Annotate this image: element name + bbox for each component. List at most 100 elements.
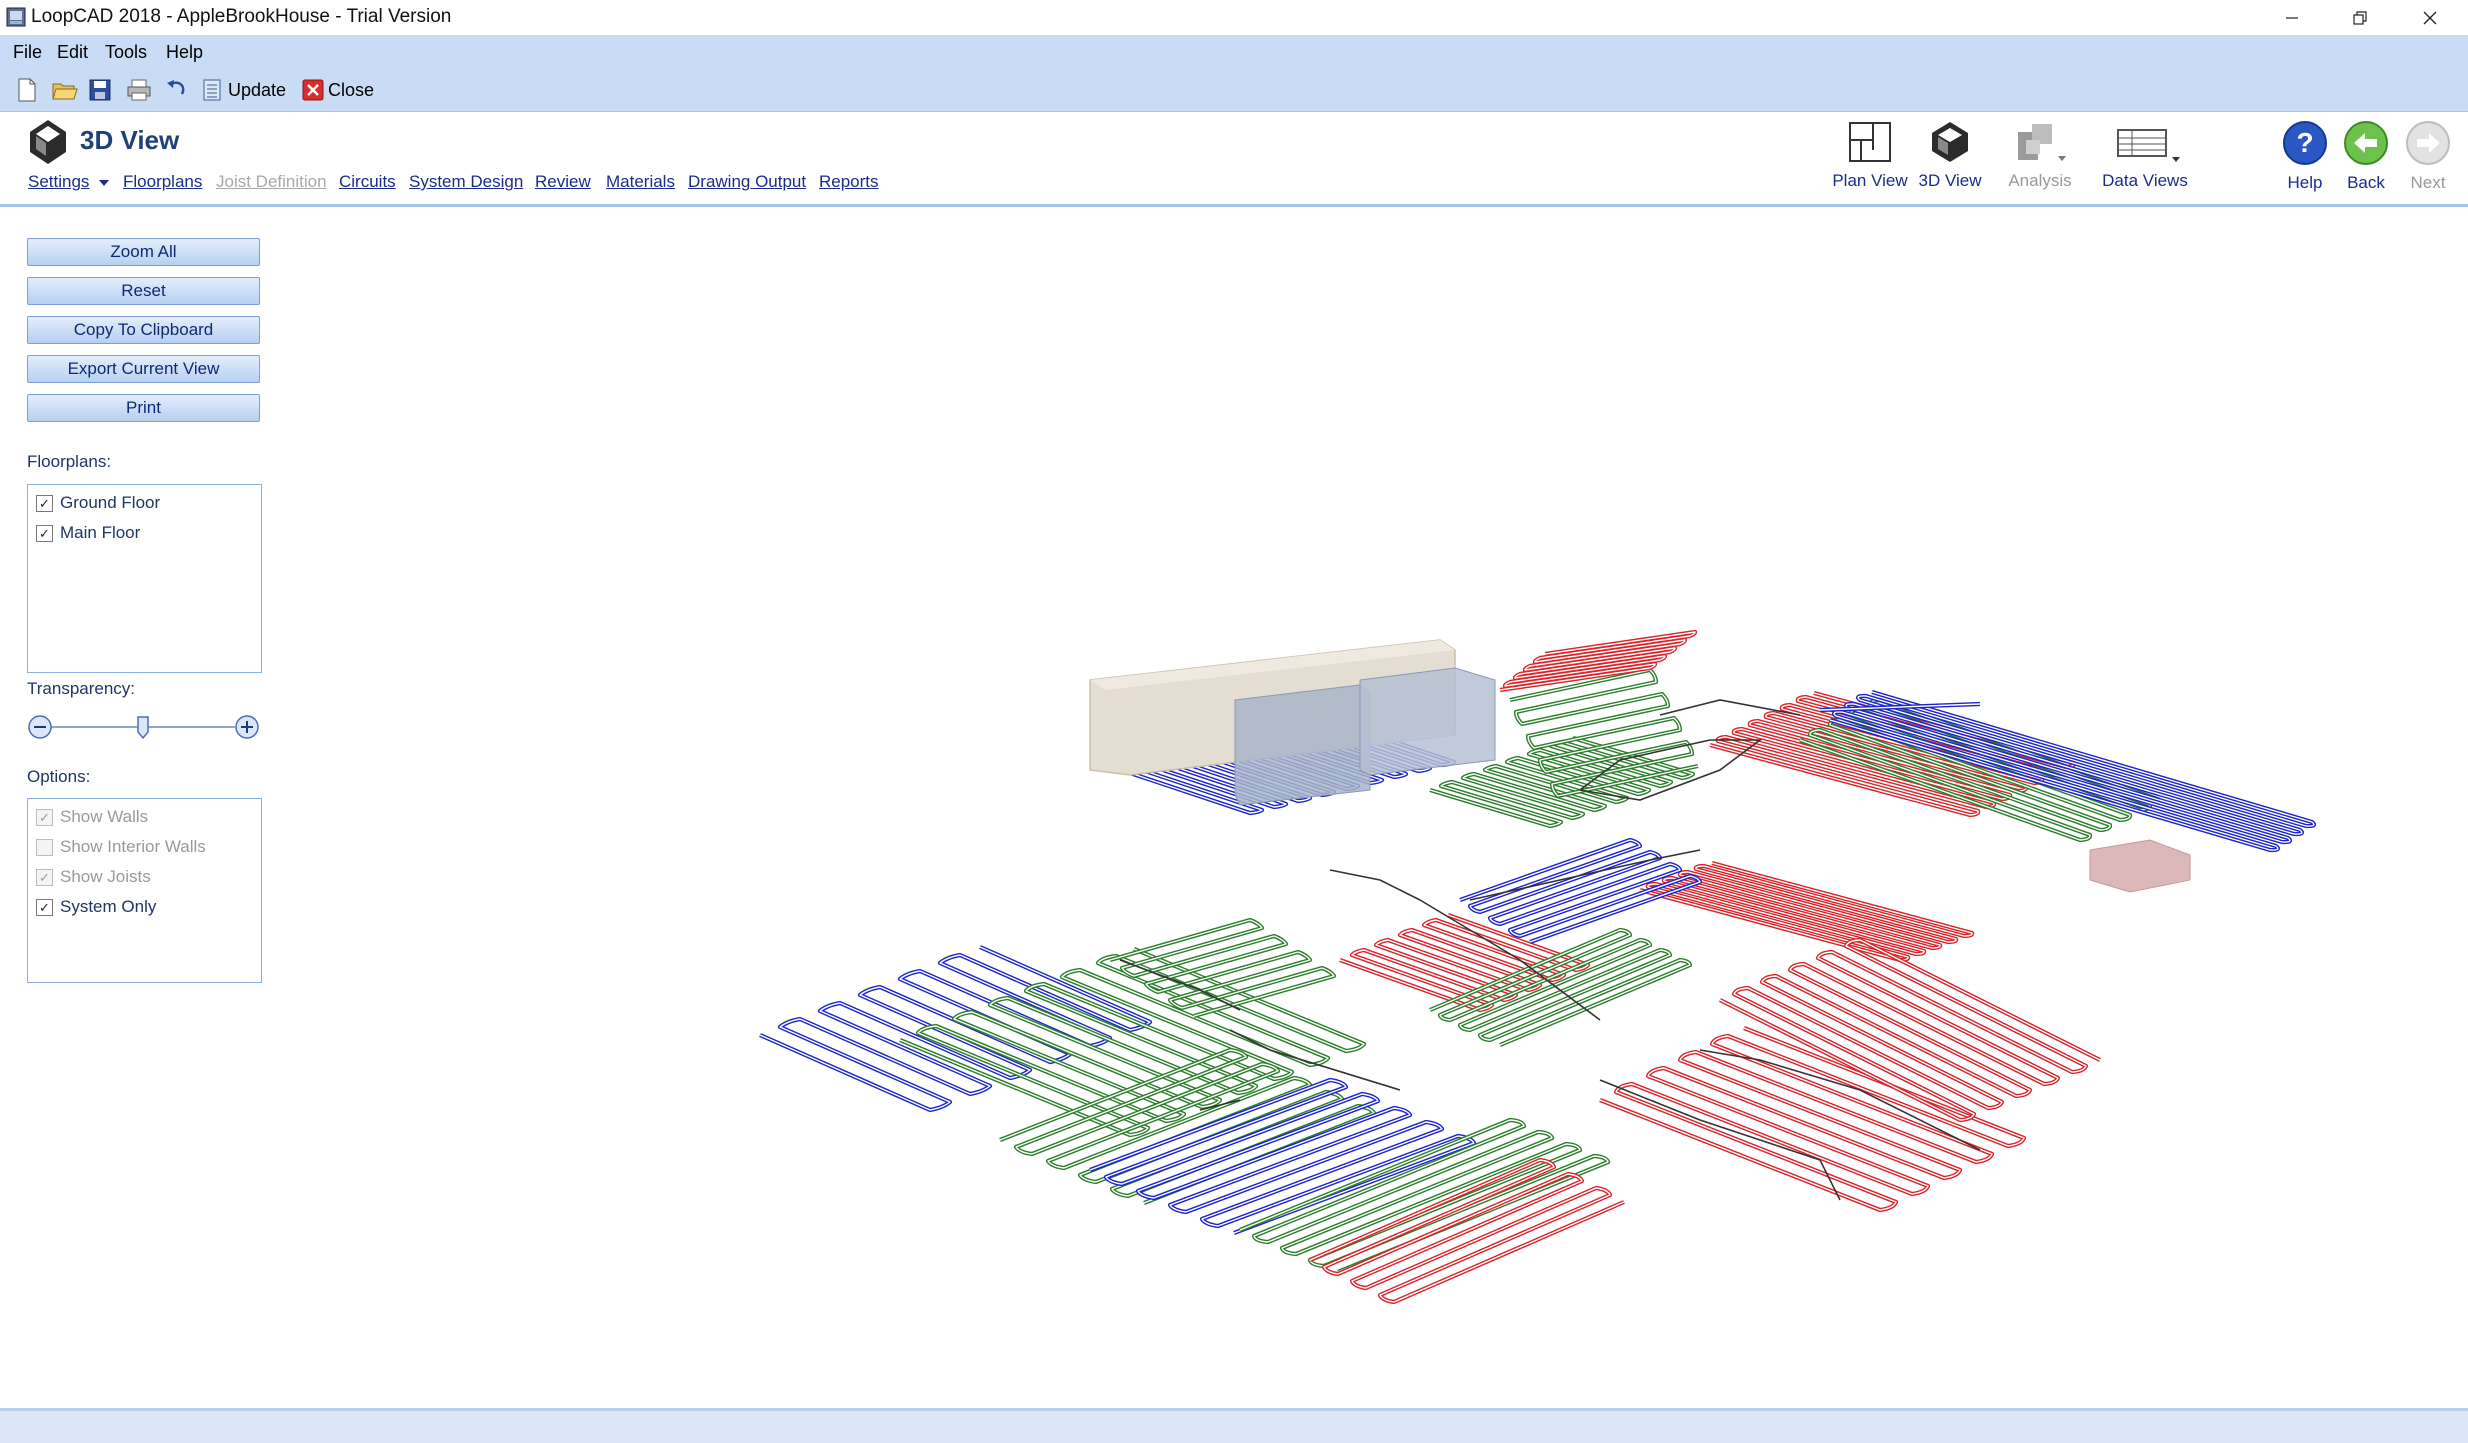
print-button[interactable] — [127, 75, 151, 105]
data-views-button[interactable]: Data Views — [2095, 120, 2195, 191]
reset-button[interactable]: Reset — [27, 277, 260, 305]
nav-floorplans[interactable]: Floorplans — [123, 172, 202, 192]
next-arrow-icon — [2406, 121, 2450, 165]
show-joists-checkbox: ✓ — [36, 868, 53, 886]
restore-button[interactable] — [2326, 0, 2394, 35]
show-interior-walls-label: Show Interior Walls — [60, 837, 206, 856]
floorplan-main-floor[interactable]: ✓ Main Floor — [28, 518, 261, 548]
menu-tools[interactable]: Tools — [105, 42, 147, 63]
3d-view-icon — [1932, 122, 1968, 162]
system-only-checkbox[interactable]: ✓ — [36, 898, 53, 916]
plan-view-button[interactable]: Plan View — [1832, 120, 1908, 191]
3d-view-logo-icon — [30, 120, 66, 164]
mech-room-block — [2089, 839, 2191, 893]
status-bar — [0, 1408, 2468, 1443]
floorplans-list: ✓ Ground Floor ✓ Main Floor — [27, 484, 262, 673]
analysis-icon — [2018, 124, 2066, 161]
analysis-button: Analysis — [2000, 120, 2080, 191]
3d-view-button[interactable]: 3D View — [1915, 120, 1985, 191]
nav-review[interactable]: Review — [535, 172, 591, 192]
window-title: LoopCAD 2018 - AppleBrookHouse - Trial V… — [31, 6, 452, 27]
copy-to-clipboard-button[interactable]: Copy To Clipboard — [27, 316, 260, 344]
app-icon — [6, 7, 26, 27]
help-button[interactable]: ? Help — [2275, 120, 2335, 193]
back-button[interactable]: Back — [2336, 120, 2396, 193]
analysis-label: Analysis — [2008, 171, 2072, 190]
export-current-view-button[interactable]: Export Current View — [27, 355, 260, 383]
update-label: Update — [228, 79, 287, 100]
undo-button[interactable] — [165, 75, 187, 105]
loop-lower-blue-left — [759, 945, 1153, 1113]
main-floor-label: Main Floor — [60, 523, 141, 542]
help-label: Help — [2287, 173, 2323, 192]
ground-floor-checkbox[interactable]: ✓ — [36, 494, 53, 512]
menu-bar — [0, 35, 2468, 71]
close-button[interactable]: Close — [302, 75, 374, 105]
stair-block-1 — [1234, 684, 1371, 806]
nav-reports[interactable]: Reports — [819, 172, 879, 192]
menu-file[interactable]: File — [13, 42, 42, 63]
undo-icon — [167, 80, 185, 95]
window-close-button[interactable] — [2396, 0, 2464, 35]
transparency-label: Transparency: — [27, 679, 136, 698]
show-walls-checkbox: ✓ — [36, 808, 53, 826]
title-bar: LoopCAD 2018 - AppleBrookHouse - Trial V… — [0, 0, 2468, 35]
options-label: Options: — [27, 767, 91, 786]
update-button[interactable]: Update — [202, 75, 286, 105]
show-interior-walls-checkbox — [36, 838, 53, 856]
plan-view-icon — [1849, 122, 1891, 162]
window-close-icon — [2423, 11, 2437, 24]
ground-floor-label: Ground Floor — [60, 493, 161, 512]
options-list: ✓ Show Walls Show Interior Walls ✓ Show … — [27, 798, 262, 983]
new-document-icon — [18, 78, 36, 102]
svg-text:?: ? — [2296, 127, 2313, 158]
data-views-label: Data Views — [2102, 171, 2188, 190]
back-label: Back — [2347, 173, 2385, 192]
close-label: Close — [328, 79, 375, 100]
update-icon — [203, 79, 221, 101]
back-arrow-icon — [2344, 121, 2388, 165]
print-view-button[interactable]: Print — [27, 394, 260, 422]
new-button[interactable] — [16, 75, 38, 105]
nav-materials[interactable]: Materials — [606, 172, 675, 192]
floorplan-ground-floor[interactable]: ✓ Ground Floor — [28, 488, 261, 518]
save-button[interactable] — [89, 75, 111, 105]
page-title: 3D View — [80, 125, 180, 155]
minimize-icon — [2286, 16, 2298, 19]
nav-drawing-output[interactable]: Drawing Output — [688, 172, 806, 192]
menu-edit[interactable]: Edit — [57, 42, 88, 63]
system-only-label: System Only — [60, 897, 157, 916]
transparency-slider[interactable] — [27, 712, 263, 742]
option-show-joists: ✓ Show Joists — [28, 862, 261, 892]
3d-viewport[interactable] — [270, 207, 2468, 1405]
floorplans-label: Floorplans: — [27, 452, 112, 471]
nav-settings[interactable]: Settings — [28, 172, 89, 192]
nav-circuits[interactable]: Circuits — [339, 172, 396, 192]
minimize-button[interactable] — [2258, 0, 2326, 35]
stair-block-2 — [1359, 667, 1496, 776]
show-joists-label: Show Joists — [60, 867, 151, 886]
transparency-thumb[interactable] — [137, 716, 149, 740]
zoom-all-button[interactable]: Zoom All — [27, 238, 260, 266]
option-show-walls: ✓ Show Walls — [28, 802, 261, 832]
restore-icon — [2353, 10, 2367, 25]
data-views-icon — [2117, 129, 2180, 162]
main-floor-checkbox[interactable]: ✓ — [36, 524, 53, 542]
next-button: Next — [2398, 120, 2458, 193]
nav-system-design[interactable]: System Design — [409, 172, 523, 192]
open-button[interactable] — [52, 75, 78, 105]
plan-view-label: Plan View — [1832, 171, 1908, 190]
show-walls-label: Show Walls — [60, 807, 149, 826]
menu-help[interactable]: Help — [166, 42, 203, 63]
option-show-interior-walls: Show Interior Walls — [28, 832, 261, 862]
close-icon — [302, 79, 324, 101]
help-icon: ? — [2283, 121, 2327, 165]
settings-dropdown-icon[interactable] — [99, 180, 109, 186]
next-label: Next — [2410, 173, 2446, 192]
open-folder-icon — [52, 83, 78, 100]
option-system-only[interactable]: ✓ System Only — [28, 892, 261, 922]
print-icon — [127, 79, 151, 101]
save-icon — [89, 79, 111, 101]
3d-view-label: 3D View — [1918, 171, 1982, 190]
nav-joist-definition: Joist Definition — [216, 172, 327, 191]
